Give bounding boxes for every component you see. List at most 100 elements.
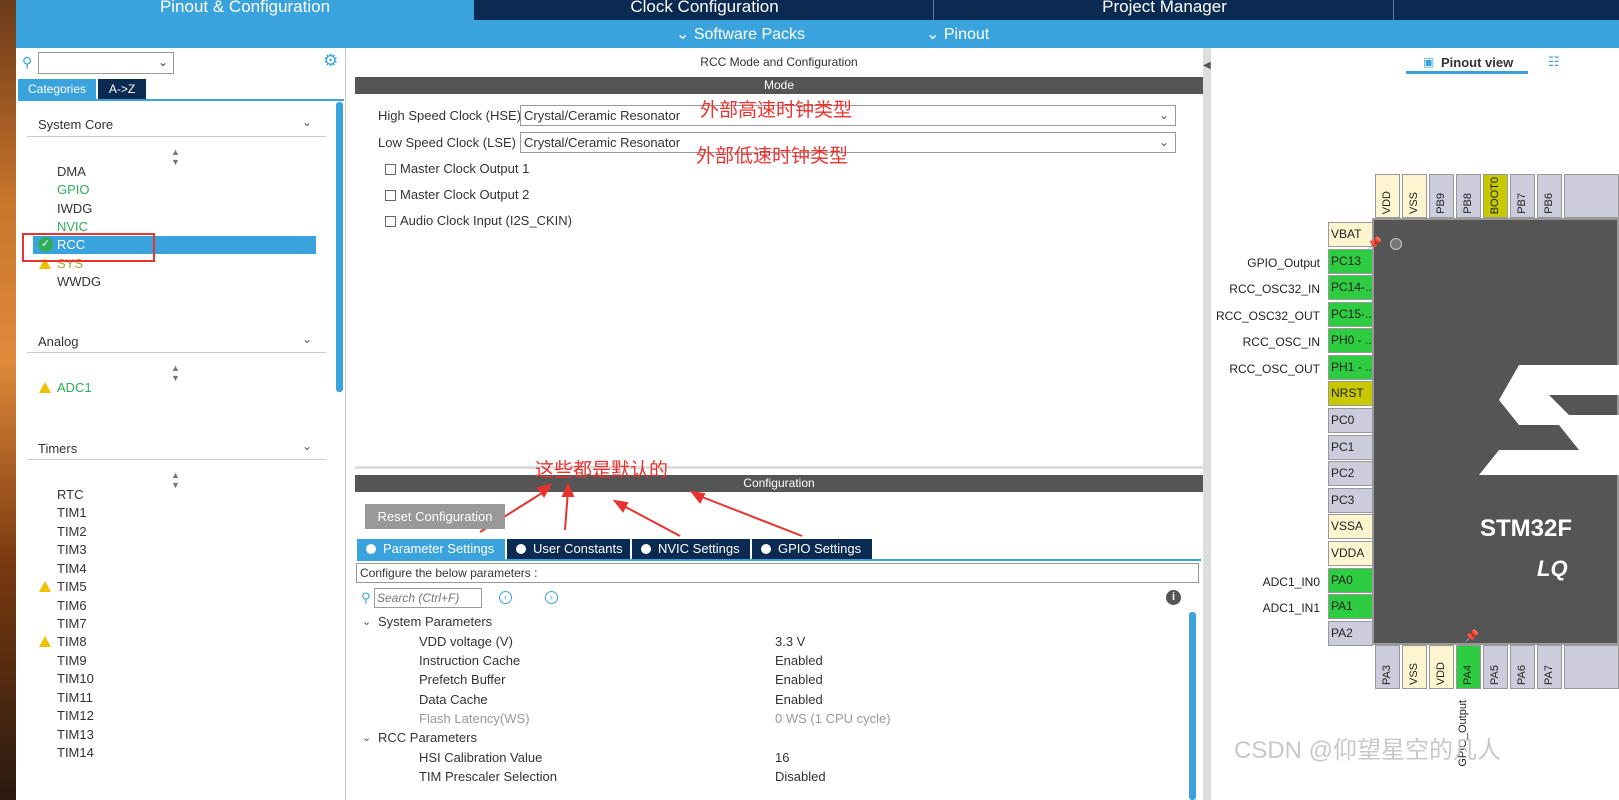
pin-vdd[interactable]: VDD [1375, 174, 1400, 218]
pin-pb8[interactable]: PB8 [1456, 174, 1481, 218]
pin-pc3[interactable]: PC3 [1328, 488, 1373, 513]
pin-pa3[interactable]: PA3 [1375, 645, 1400, 689]
pin-pa4[interactable]: PA4 [1456, 645, 1481, 689]
list-item-gpio[interactable]: GPIO [57, 182, 90, 197]
pin-pc13[interactable]: PC13 [1328, 249, 1373, 274]
gear-icon[interactable]: ⚙ [323, 51, 338, 71]
list-item-tim14[interactable]: TIM14 [57, 745, 94, 760]
search-input[interactable]: ⌄ [38, 52, 174, 74]
list-item-rtc[interactable]: RTC [57, 487, 83, 502]
pin-pc15[interactable]: PC15-.. [1328, 302, 1373, 327]
pin-pa7[interactable]: PA7 [1537, 645, 1562, 689]
pin-vdd-bottom[interactable]: VDD [1429, 645, 1454, 689]
sort-icon[interactable]: ▲ ▼ [171, 470, 180, 490]
mco2-checkbox[interactable] [385, 190, 396, 201]
pin-pc2[interactable]: PC2 [1328, 461, 1373, 486]
pin-pb6[interactable]: PB6 [1537, 174, 1562, 218]
pin-pc1[interactable]: PC1 [1328, 435, 1373, 460]
pin-ph0[interactable]: PH0 - .. [1328, 328, 1373, 353]
mco1-checkbox[interactable] [385, 164, 396, 175]
pin-vss-bottom[interactable]: VSS [1402, 645, 1427, 689]
software-packs-menu[interactable]: ⌄ Software Packs [676, 24, 805, 44]
pin-pb7[interactable]: PB7 [1510, 174, 1535, 218]
tab-project-manager[interactable]: Project Manager [936, 0, 1394, 20]
next-icon[interactable]: › [545, 591, 558, 604]
list-item-iwdg[interactable]: IWDG [57, 201, 92, 216]
param-value[interactable]: Enabled [775, 653, 823, 668]
list-item-tim4[interactable]: TIM4 [57, 561, 87, 576]
chevron-down-icon[interactable]: ⌄ [362, 615, 371, 628]
left-scrollbar[interactable] [336, 102, 343, 392]
list-item-dma[interactable]: DMA [57, 164, 86, 179]
list-item-tim10[interactable]: TIM10 [57, 671, 94, 686]
pin-pa5[interactable]: PA5 [1483, 645, 1508, 689]
list-item-tim13[interactable]: TIM13 [57, 727, 94, 742]
list-item-adc1[interactable]: ADC1 [57, 380, 92, 395]
annotation-highlight-box [22, 233, 155, 262]
tab-clock-configuration[interactable]: Clock Configuration [476, 0, 934, 20]
pin-nrst[interactable]: NRST [1328, 381, 1373, 406]
pin-pc0[interactable]: PC0 [1328, 408, 1373, 433]
parameter-search-input[interactable] [374, 588, 482, 608]
pinout-menu[interactable]: ⌄ Pinout [926, 24, 989, 44]
collapse-icon[interactable]: ◀ [1203, 60, 1211, 71]
chevron-down-icon[interactable]: ⌄ [302, 115, 312, 129]
tab-user-constants[interactable]: User Constants [507, 539, 630, 559]
pin-vss[interactable]: VSS [1402, 174, 1427, 218]
chevron-down-icon[interactable]: ⌄ [362, 731, 371, 744]
sort-icon[interactable]: ▲ ▼ [171, 147, 180, 167]
tab-parameter-settings[interactable]: Parameter Settings [357, 539, 505, 559]
group-timers[interactable]: Timers [38, 441, 77, 456]
chevron-down-icon[interactable]: ⌄ [302, 439, 312, 453]
param-value[interactable]: 3.3 V [775, 634, 805, 649]
rcc-parameters-group[interactable]: RCC Parameters [378, 730, 477, 745]
pin-pc14[interactable]: PC14-.. [1328, 275, 1373, 300]
pin-vdda[interactable]: VDDA [1328, 541, 1373, 566]
categories-button[interactable]: Categories [18, 79, 96, 99]
pin-next-bottom[interactable] [1564, 645, 1619, 689]
list-item-nvic[interactable]: NVIC [57, 219, 88, 234]
pin-ph1[interactable]: PH1 - .. [1328, 355, 1373, 380]
pin-pa2[interactable]: PA2 [1328, 621, 1373, 646]
pin-pa1[interactable]: PA1 [1328, 594, 1373, 619]
tab-nvic-settings[interactable]: NVIC Settings [632, 539, 750, 559]
chevron-down-icon[interactable]: ⌄ [302, 332, 312, 346]
tab-pinout-configuration[interactable]: Pinout & Configuration [16, 0, 474, 20]
params-scrollbar[interactable] [1189, 612, 1196, 800]
pin-next[interactable] [1564, 174, 1619, 218]
list-item-tim6[interactable]: TIM6 [57, 598, 87, 613]
group-system-core[interactable]: System Core [38, 117, 113, 132]
param-value[interactable]: Enabled [775, 672, 823, 687]
az-button[interactable]: A->Z [98, 79, 146, 99]
list-item-tim7[interactable]: TIM7 [57, 616, 87, 631]
list-item-tim11[interactable]: TIM11 [57, 690, 93, 705]
panel-divider[interactable] [1203, 48, 1211, 800]
pin-pa6[interactable]: PA6 [1510, 645, 1535, 689]
list-item-tim1[interactable]: TIM1 [57, 505, 87, 520]
tab-gpio-settings[interactable]: GPIO Settings [752, 539, 872, 559]
pin-pa0[interactable]: PA0 [1328, 568, 1373, 593]
pin-pb9[interactable]: PB9 [1429, 174, 1454, 218]
list-item-tim8[interactable]: TIM8 [57, 634, 87, 649]
list-icon[interactable]: ☷ [1548, 54, 1560, 70]
splitter[interactable] [355, 466, 1203, 469]
system-parameters-group[interactable]: System Parameters [378, 614, 492, 629]
i2s-checkbox[interactable] [385, 216, 396, 227]
list-item-tim5[interactable]: TIM5 [57, 579, 87, 594]
pinout-view-tab[interactable]: Pinout view [1441, 55, 1513, 70]
sort-icon[interactable]: ▲ ▼ [171, 363, 180, 383]
param-value[interactable]: Enabled [775, 692, 823, 707]
list-item-tim3[interactable]: TIM3 [57, 542, 87, 557]
list-item-tim12[interactable]: TIM12 [57, 708, 94, 723]
pin-boot0[interactable]: BOOT0 [1483, 174, 1508, 218]
param-value[interactable]: Disabled [775, 769, 826, 781]
param-value[interactable]: 16 [775, 750, 789, 765]
info-icon[interactable]: i [1166, 590, 1181, 605]
group-analog[interactable]: Analog [38, 334, 78, 349]
list-item-wwdg[interactable]: WWDG [57, 274, 101, 289]
previous-icon[interactable]: ‹ [499, 591, 512, 604]
reset-configuration-button[interactable]: Reset Configuration [365, 504, 505, 529]
pin-vssa[interactable]: VSSA [1328, 514, 1373, 539]
list-item-tim9[interactable]: TIM9 [57, 653, 87, 668]
list-item-tim2[interactable]: TIM2 [57, 524, 87, 539]
